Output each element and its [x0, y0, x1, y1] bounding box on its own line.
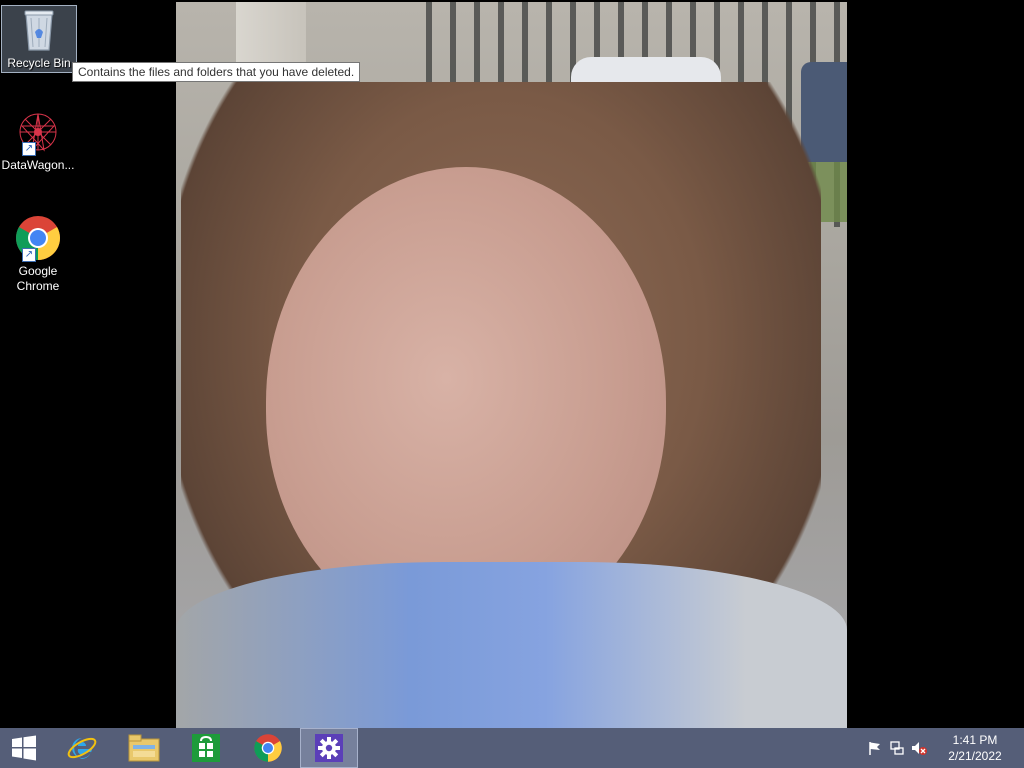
start-button[interactable] [0, 728, 48, 768]
wallpaper-photo [176, 2, 847, 728]
desktop-icon-label: Google Chrome [16, 264, 60, 293]
datawagon-icon: ↗ [14, 108, 62, 156]
windows-store-icon [192, 734, 220, 762]
network-icon[interactable] [886, 737, 908, 759]
chrome-icon: ↗ [14, 214, 62, 262]
taskbar-google-chrome[interactable] [238, 728, 298, 768]
taskbar-clock[interactable]: 1:41 PM 2/21/2022 [940, 732, 1010, 764]
volume-muted-icon[interactable] [908, 737, 930, 759]
taskbar-windows-store[interactable] [176, 728, 236, 768]
taskbar-settings[interactable] [300, 728, 358, 768]
recycle-bin-icon [15, 6, 63, 54]
clock-time: 1:41 PM [952, 733, 998, 747]
action-center-flag-icon[interactable] [864, 737, 886, 759]
desktop-icon-label: Recycle Bin [7, 56, 71, 70]
shortcut-arrow-icon: ↗ [22, 248, 36, 262]
desktop-icon-label: DataWagon... [1, 158, 75, 172]
desktop: Recycle Bin ↗ DataWagon... ↗ Google Chro… [0, 0, 1024, 728]
wallpaper-shirt [176, 562, 847, 728]
internet-explorer-icon [67, 737, 97, 759]
taskbar: 1:41 PM 2/21/2022 [0, 728, 1024, 768]
windows-start-icon [12, 735, 36, 761]
desktop-icon-recycle-bin[interactable]: Recycle Bin [1, 5, 77, 73]
file-explorer-icon [128, 734, 160, 762]
shortcut-arrow-icon: ↗ [22, 142, 36, 156]
settings-gear-icon [315, 734, 343, 762]
desktop-icon-google-chrome[interactable]: ↗ Google Chrome [0, 214, 76, 294]
tooltip: Contains the files and folders that you … [72, 62, 361, 82]
clock-date: 2/21/2022 [948, 749, 1002, 763]
desktop-icon-datawagon[interactable]: ↗ DataWagon... [0, 108, 76, 173]
taskbar-internet-explorer[interactable] [52, 728, 112, 768]
chrome-icon [254, 734, 282, 762]
taskbar-file-explorer[interactable] [114, 728, 174, 768]
